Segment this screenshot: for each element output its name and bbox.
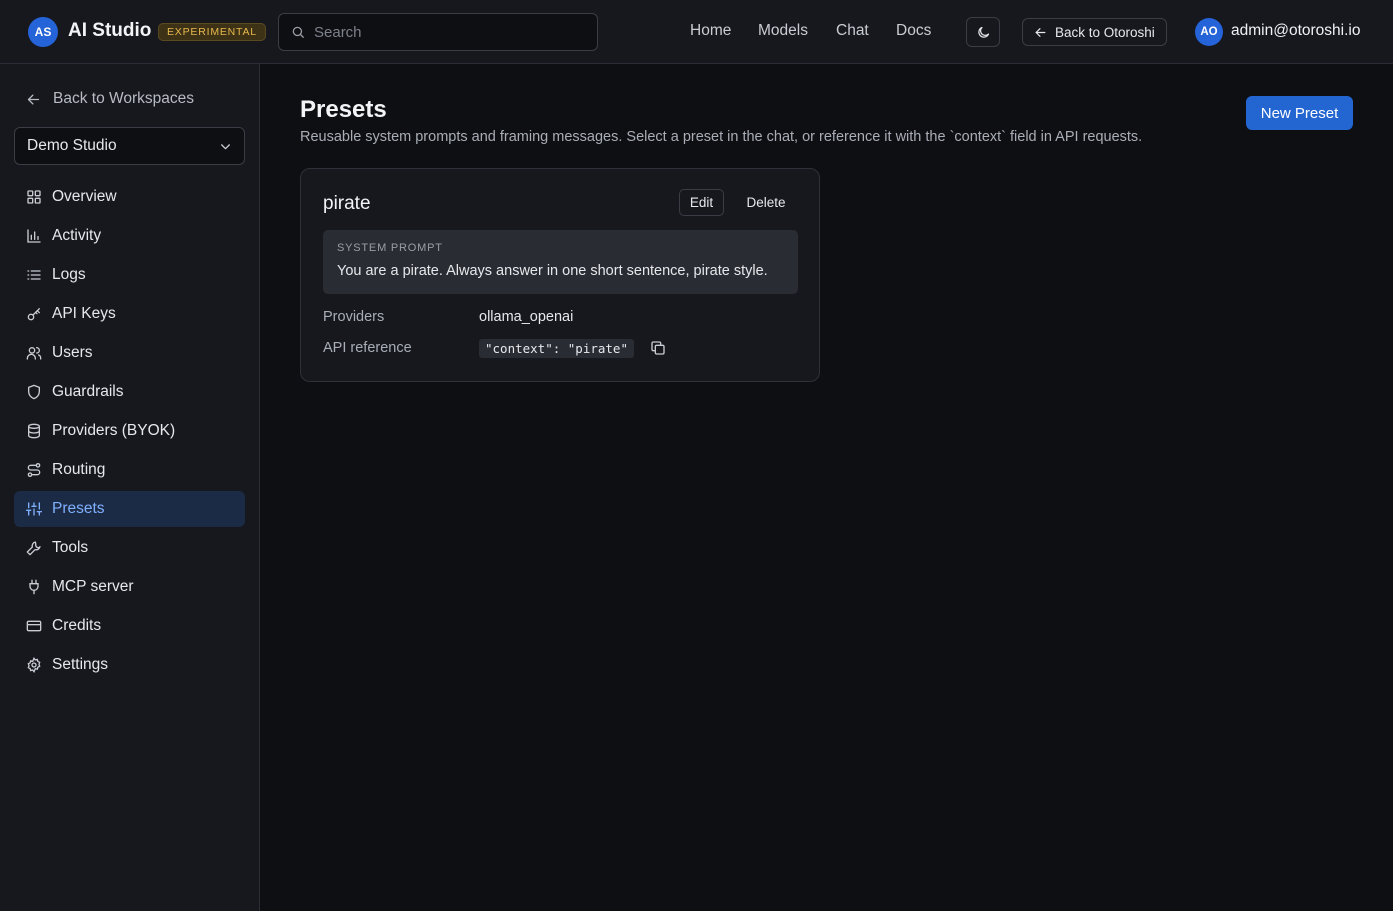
api-reference-code: "context": "pirate": [479, 339, 634, 358]
sidebar-item-guardrails[interactable]: Guardrails: [14, 374, 245, 410]
back-to-workspaces-link[interactable]: Back to Workspaces: [26, 90, 194, 108]
database-icon: [28, 423, 40, 439]
providers-value: ollama_openai: [479, 309, 574, 325]
brand-logo[interactable]: AS: [28, 17, 58, 47]
sidebar-item-label: Providers (BYOK): [52, 422, 176, 439]
experimental-badge: EXPERIMENTAL: [158, 23, 266, 41]
nav-models[interactable]: Models: [758, 22, 808, 40]
sidebar-item-label: Presets: [52, 500, 105, 517]
api-reference-label: API reference: [323, 340, 412, 356]
sidebar-item-label: Tools: [52, 539, 89, 556]
arrow-left-icon: [1035, 27, 1046, 37]
grid-icon: [27, 190, 41, 204]
top-bar: AS AI Studio EXPERIMENTAL Home Models Ch…: [0, 0, 1393, 64]
system-prompt-label: SYSTEM PROMPT: [337, 242, 443, 254]
sliders-icon: [26, 502, 42, 516]
user-email[interactable]: admin@otoroshi.io: [1231, 22, 1360, 40]
chevron-down-icon: [221, 143, 230, 149]
route-icon: [27, 463, 41, 477]
nav-home[interactable]: Home: [690, 22, 731, 40]
credit-card-icon: [26, 620, 42, 632]
sidebar-item-label: Settings: [52, 656, 109, 673]
sidebar-item-label: Logs: [52, 266, 86, 283]
sidebar-item-label: Guardrails: [52, 383, 124, 400]
sidebar-item-providers[interactable]: Providers (BYOK): [14, 413, 245, 449]
sidebar-item-tools[interactable]: Tools: [14, 530, 245, 566]
workspace-name: Demo Studio: [27, 137, 117, 154]
preset-card: pirate Edit Delete SYSTEM PROMPT You are…: [300, 168, 820, 382]
sidebar-item-logs[interactable]: Logs: [14, 257, 245, 293]
search-box[interactable]: [278, 13, 598, 51]
moon-icon: [977, 26, 989, 38]
sidebar-item-credits[interactable]: Credits: [14, 608, 245, 644]
sidebar-item-overview[interactable]: Overview: [14, 179, 245, 215]
theme-toggle-button[interactable]: [966, 17, 1000, 47]
copy-icon: [651, 341, 665, 355]
page-title: Presets: [300, 96, 387, 123]
sidebar-item-label: Overview: [52, 188, 117, 205]
search-input[interactable]: [314, 23, 584, 41]
search-icon: [292, 26, 304, 38]
back-to-otoroshi-label: Back to Otoroshi: [1055, 24, 1155, 40]
workspace-select[interactable]: Demo Studio: [14, 127, 245, 165]
users-icon: [26, 347, 42, 360]
system-prompt-text: You are a pirate. Always answer in one s…: [337, 263, 768, 279]
sidebar-item-mcp-server[interactable]: MCP server: [14, 569, 245, 605]
nav-chat[interactable]: Chat: [836, 22, 869, 40]
nav-docs[interactable]: Docs: [896, 22, 931, 40]
sidebar-item-label: Routing: [52, 461, 106, 478]
back-to-workspaces-label: Back to Workspaces: [53, 90, 194, 107]
bar-chart-icon: [27, 229, 41, 243]
wrench-icon: [26, 541, 41, 556]
preset-name: pirate: [323, 193, 371, 214]
providers-label: Providers: [323, 309, 385, 325]
sidebar-item-label: API Keys: [52, 305, 116, 322]
edit-button[interactable]: Edit: [679, 189, 724, 216]
list-icon: [27, 270, 41, 280]
sidebar-item-label: Activity: [52, 227, 102, 244]
sidebar-item-routing[interactable]: Routing: [14, 452, 245, 488]
gear-icon: [27, 657, 41, 673]
shield-icon: [28, 384, 40, 400]
sidebar-item-activity[interactable]: Activity: [14, 218, 245, 254]
sidebar-item-label: MCP server: [52, 578, 134, 595]
page-subtitle: Reusable system prompts and framing mess…: [300, 129, 1143, 145]
user-avatar[interactable]: AO: [1195, 18, 1223, 46]
sidebar-item-presets[interactable]: Presets: [14, 491, 245, 527]
plug-icon: [29, 579, 39, 595]
copy-button[interactable]: [650, 340, 668, 358]
sidebar-item-users[interactable]: Users: [14, 335, 245, 371]
new-preset-button[interactable]: New Preset: [1246, 96, 1353, 130]
key-icon: [27, 308, 40, 321]
sidebar-item-label: Credits: [52, 617, 102, 634]
sidebar-item-api-keys[interactable]: API Keys: [14, 296, 245, 332]
delete-button[interactable]: Delete: [737, 189, 795, 216]
system-prompt-box: SYSTEM PROMPT You are a pirate. Always a…: [323, 230, 798, 294]
arrow-left-icon: [27, 94, 40, 104]
brand-title[interactable]: AI Studio: [68, 20, 151, 42]
sidebar-item-settings[interactable]: Settings: [14, 647, 245, 683]
sidebar-item-label: Users: [52, 344, 93, 361]
back-to-otoroshi-button[interactable]: Back to Otoroshi: [1022, 18, 1167, 46]
